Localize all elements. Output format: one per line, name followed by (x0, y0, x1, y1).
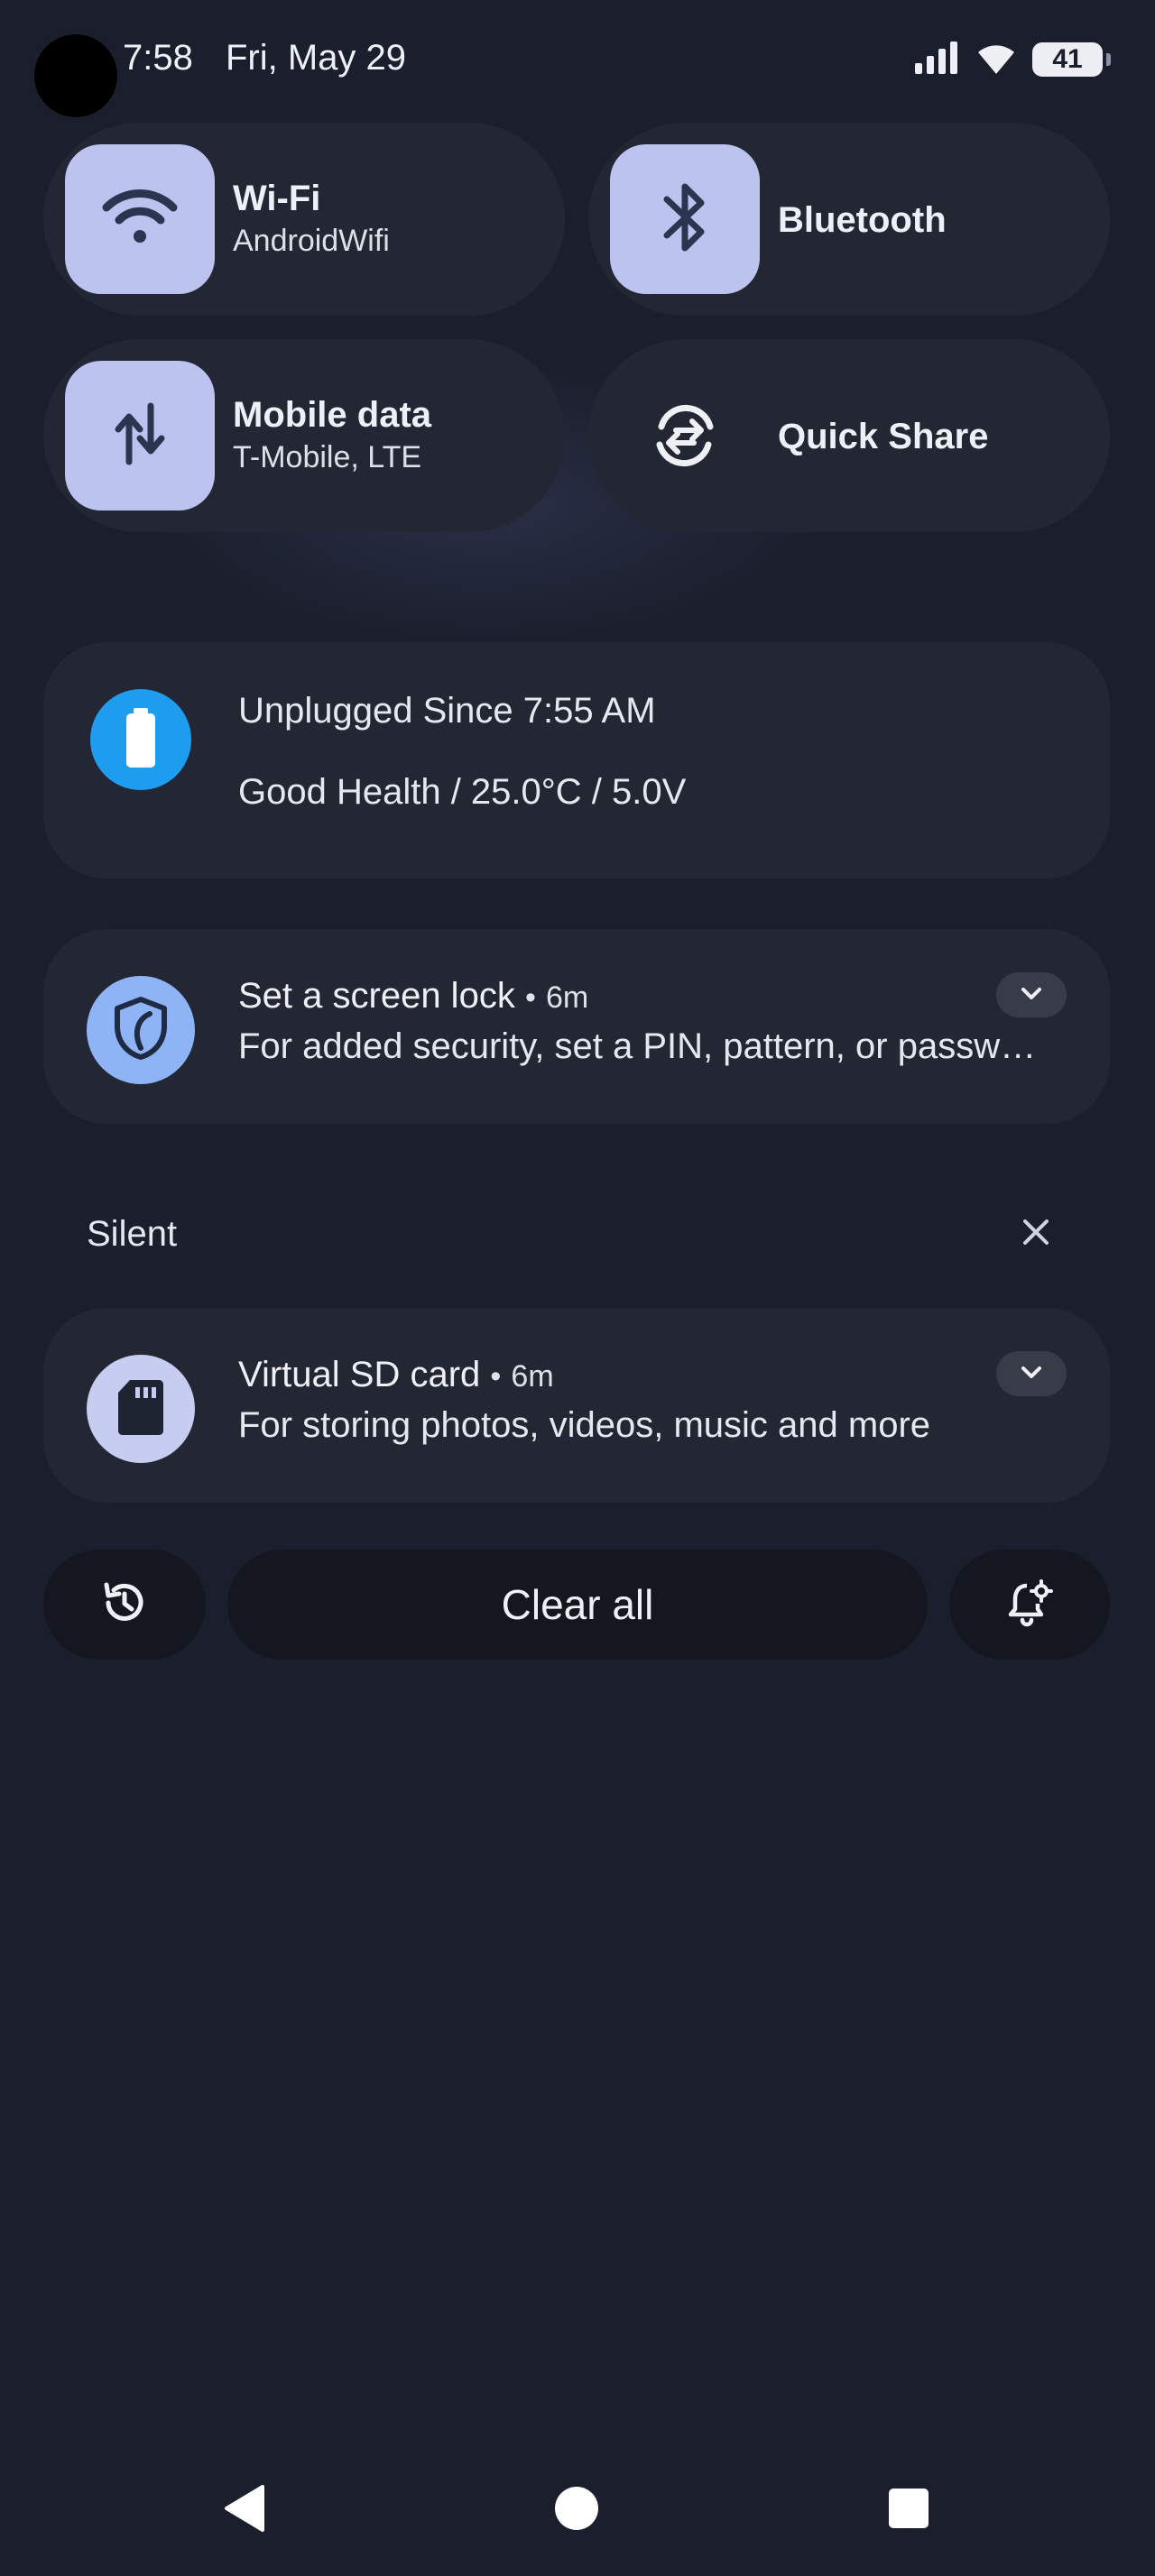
battery-level: 41 (1052, 44, 1083, 74)
silent-section-header: Silent (87, 1214, 178, 1254)
expand-button[interactable] (996, 972, 1067, 1017)
notification-separator: • (524, 980, 536, 1015)
notification-separator: • (490, 1359, 502, 1394)
recents-button[interactable] (877, 2479, 940, 2542)
home-button[interactable] (545, 2479, 608, 2542)
tile-mobile-data[interactable]: Mobile data T-Mobile, LTE (43, 339, 565, 532)
notification-body: For storing photos, videos, music and mo… (238, 1405, 931, 1445)
status-date: Fri, May 29 (226, 38, 407, 78)
notification-body: For added security, set a PIN, pattern, … (238, 1026, 1037, 1066)
tile-wifi-icon-bg[interactable] (65, 144, 215, 294)
battery-info-card[interactable]: Unplugged Since 7:55 AM Good Health / 25… (43, 642, 1110, 879)
sd-card-icon (116, 1378, 166, 1440)
notification-screen-lock[interactable]: Set a screen lock • 6m For added securit… (43, 929, 1110, 1124)
battery-icon: 41 (1032, 42, 1111, 77)
expand-button[interactable] (996, 1351, 1067, 1396)
tile-quick-share-title: Quick Share (778, 417, 989, 456)
camera-cutout (34, 34, 117, 117)
close-icon (1021, 1217, 1051, 1252)
tile-wifi[interactable]: Wi-Fi AndroidWifi (43, 123, 565, 316)
tile-wifi-title: Wi-Fi (233, 179, 321, 218)
chevron-down-icon (1019, 1363, 1044, 1385)
status-icons: 41 (913, 40, 1111, 80)
tile-bluetooth-title: Bluetooth (778, 200, 947, 240)
back-icon (221, 2483, 268, 2538)
back-button[interactable] (213, 2479, 276, 2542)
recents-icon (887, 2487, 930, 2535)
notification-title: Set a screen lock • 6m (238, 976, 588, 1017)
notification-icon-bg (87, 1355, 195, 1463)
home-icon (553, 2485, 600, 2536)
battery-card-line1: Unplugged Since 7:55 AM (238, 691, 656, 731)
status-time: 7:58 (123, 38, 193, 78)
notification-settings-button[interactable] (949, 1550, 1110, 1660)
tile-bluetooth[interactable]: Bluetooth (588, 123, 1110, 316)
notification-age: 6m (545, 980, 589, 1015)
battery-icon (123, 706, 159, 774)
tile-mobile-data-title: Mobile data (233, 395, 432, 435)
history-icon (101, 1579, 148, 1631)
status-bar: 7:58 Fri, May 29 41 (0, 0, 1155, 126)
battery-card-line2: Good Health / 25.0°C / 5.0V (238, 772, 687, 812)
tile-quick-share[interactable]: Quick Share (588, 339, 1110, 532)
tile-wifi-subtitle: AndroidWifi (233, 224, 390, 258)
notification-virtual-sd-card[interactable]: Virtual SD card • 6m For storing photos,… (43, 1308, 1110, 1503)
wifi-icon (975, 40, 1018, 80)
tile-bluetooth-icon-bg[interactable] (610, 144, 760, 294)
battery-card-icon-bg (90, 689, 191, 790)
notification-title: Virtual SD card • 6m (238, 1355, 554, 1395)
notification-shade: 7:58 Fri, May 29 41 Wi-Fi AndroidWifi Bl… (0, 0, 1155, 2576)
mobile-data-icon (111, 400, 169, 472)
notification-app-title: Set a screen lock (238, 976, 515, 1016)
clear-all-label: Clear all (501, 1581, 654, 1628)
quick-share-icon (642, 393, 727, 478)
navigation-bar (0, 2471, 1155, 2576)
notification-app-title: Virtual SD card (238, 1355, 481, 1394)
clear-all-button[interactable]: Clear all (227, 1550, 928, 1660)
dismiss-silent-button[interactable] (1014, 1212, 1058, 1256)
tile-mobile-data-icon-bg[interactable] (65, 361, 215, 511)
cell-signal-icon (913, 40, 960, 80)
shield-icon (112, 996, 170, 1065)
notification-history-button[interactable] (43, 1550, 206, 1660)
notification-icon-bg (87, 976, 195, 1084)
tile-mobile-data-subtitle: T-Mobile, LTE (233, 440, 422, 474)
notification-age: 6m (511, 1359, 554, 1394)
bluetooth-icon (658, 179, 712, 260)
notification-settings-icon (1005, 1578, 1054, 1632)
chevron-down-icon (1019, 984, 1044, 1007)
wifi-icon (99, 186, 180, 253)
